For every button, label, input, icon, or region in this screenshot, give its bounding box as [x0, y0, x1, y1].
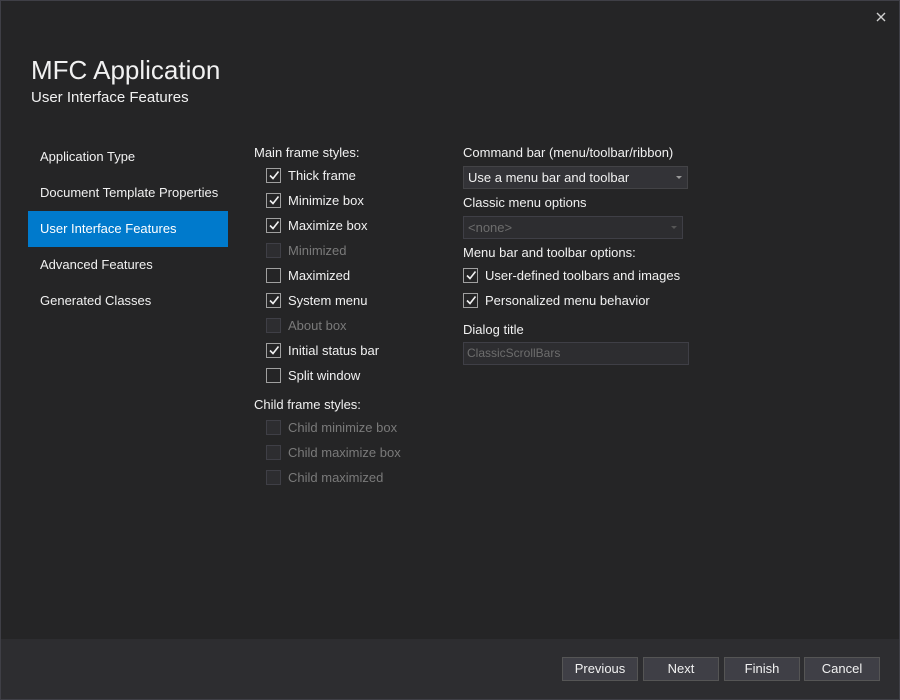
checkbox-box [266, 317, 281, 333]
nav-item-advanced-features[interactable]: Advanced Features [28, 247, 228, 283]
system-menu-checkbox[interactable]: System menu [266, 290, 367, 310]
minimized-checkbox[interactable]: Minimized [266, 240, 347, 260]
checkbox-box [463, 267, 478, 283]
checkbox-label: Child maximized [288, 469, 384, 485]
user-defined-toolbars-checkbox[interactable]: User-defined toolbars and images [463, 265, 680, 285]
checkbox-box [266, 192, 281, 208]
checkmark-icon [268, 346, 279, 355]
command-bar-label: Command bar (menu/toolbar/ribbon) [463, 145, 674, 160]
close-icon[interactable] [873, 9, 889, 25]
checkbox-box [463, 292, 478, 308]
checkbox-label: Maximized [288, 267, 351, 283]
about-box-checkbox[interactable]: About box [266, 315, 347, 335]
checkbox-label: Child maximize box [288, 444, 401, 460]
dropdown-arrow-icon [671, 226, 677, 229]
checkbox-box [266, 469, 281, 485]
checkmark-icon [268, 296, 279, 305]
wizard-nav: Application Type Document Template Prope… [28, 139, 228, 319]
minimize-box-checkbox[interactable]: Minimize box [266, 190, 364, 210]
main-frame-styles-label: Main frame styles: [254, 145, 360, 160]
checkbox-box [266, 367, 281, 383]
checkmark-icon [268, 171, 279, 180]
checkbox-box [266, 267, 281, 283]
dropdown-arrow-icon [676, 176, 682, 179]
checkmark-icon [465, 296, 476, 305]
initial-status-bar-checkbox[interactable]: Initial status bar [266, 340, 379, 360]
checkbox-label: Child minimize box [288, 419, 398, 435]
wizard-subtitle: User Interface Features [31, 89, 189, 106]
child-maximize-box-checkbox[interactable]: Child maximize box [266, 442, 401, 462]
thick-frame-checkbox[interactable]: Thick frame [266, 165, 356, 185]
wizard-title: MFC Application [31, 55, 221, 85]
wizard-footer: Previous Next Finish Cancel [1, 639, 899, 699]
previous-button[interactable]: Previous [562, 657, 638, 681]
checkbox-label: Minimized [288, 242, 347, 258]
checkbox-label: About box [288, 317, 347, 333]
wizard-window: MFC Application User Interface Features … [0, 0, 900, 700]
child-frame-styles-label: Child frame styles: [254, 397, 361, 412]
menu-toolbar-options-label: Menu bar and toolbar options: [463, 245, 636, 260]
finish-button[interactable]: Finish [724, 657, 800, 681]
checkbox-box [266, 217, 281, 233]
nav-item-user-interface-features[interactable]: User Interface Features [28, 211, 228, 247]
checkbox-label: System menu [288, 292, 368, 308]
classic-menu-value: <none> [468, 220, 513, 235]
nav-item-generated-classes[interactable]: Generated Classes [28, 283, 228, 319]
checkbox-box [266, 342, 281, 358]
classic-menu-options-label: Classic menu options [463, 195, 587, 210]
command-bar-value: Use a menu bar and toolbar [468, 170, 630, 185]
checkbox-box [266, 444, 281, 460]
nav-item-application-type[interactable]: Application Type [28, 139, 228, 175]
maximized-checkbox[interactable]: Maximized [266, 265, 350, 285]
cancel-button[interactable]: Cancel [804, 657, 880, 681]
nav-item-document-template-properties[interactable]: Document Template Properties [28, 175, 228, 211]
checkbox-box [266, 419, 281, 435]
next-button[interactable]: Next [643, 657, 719, 681]
checkbox-label: Split window [288, 367, 361, 383]
child-minimize-box-checkbox[interactable]: Child minimize box [266, 417, 397, 437]
checkbox-label: Personalized menu behavior [485, 292, 650, 308]
checkbox-label: Thick frame [288, 167, 356, 183]
personalized-menu-checkbox[interactable]: Personalized menu behavior [463, 290, 650, 310]
checkbox-label: Minimize box [288, 192, 364, 208]
checkmark-icon [268, 196, 279, 205]
checkmark-icon [465, 271, 476, 280]
checkbox-label: User-defined toolbars and images [485, 267, 681, 283]
checkbox-box [266, 242, 281, 258]
checkbox-box [266, 167, 281, 183]
child-maximized-checkbox[interactable]: Child maximized [266, 467, 383, 487]
checkbox-label: Initial status bar [288, 342, 380, 358]
checkbox-label: Maximize box [288, 217, 368, 233]
dialog-title-label: Dialog title [463, 322, 524, 337]
maximize-box-checkbox[interactable]: Maximize box [266, 215, 367, 235]
checkbox-box [266, 292, 281, 308]
dialog-title-input[interactable]: ClassicScrollBars [463, 342, 689, 365]
classic-menu-options-select[interactable]: <none> [463, 216, 683, 239]
command-bar-select[interactable]: Use a menu bar and toolbar [463, 166, 688, 189]
checkmark-icon [268, 221, 279, 230]
split-window-checkbox[interactable]: Split window [266, 365, 360, 385]
